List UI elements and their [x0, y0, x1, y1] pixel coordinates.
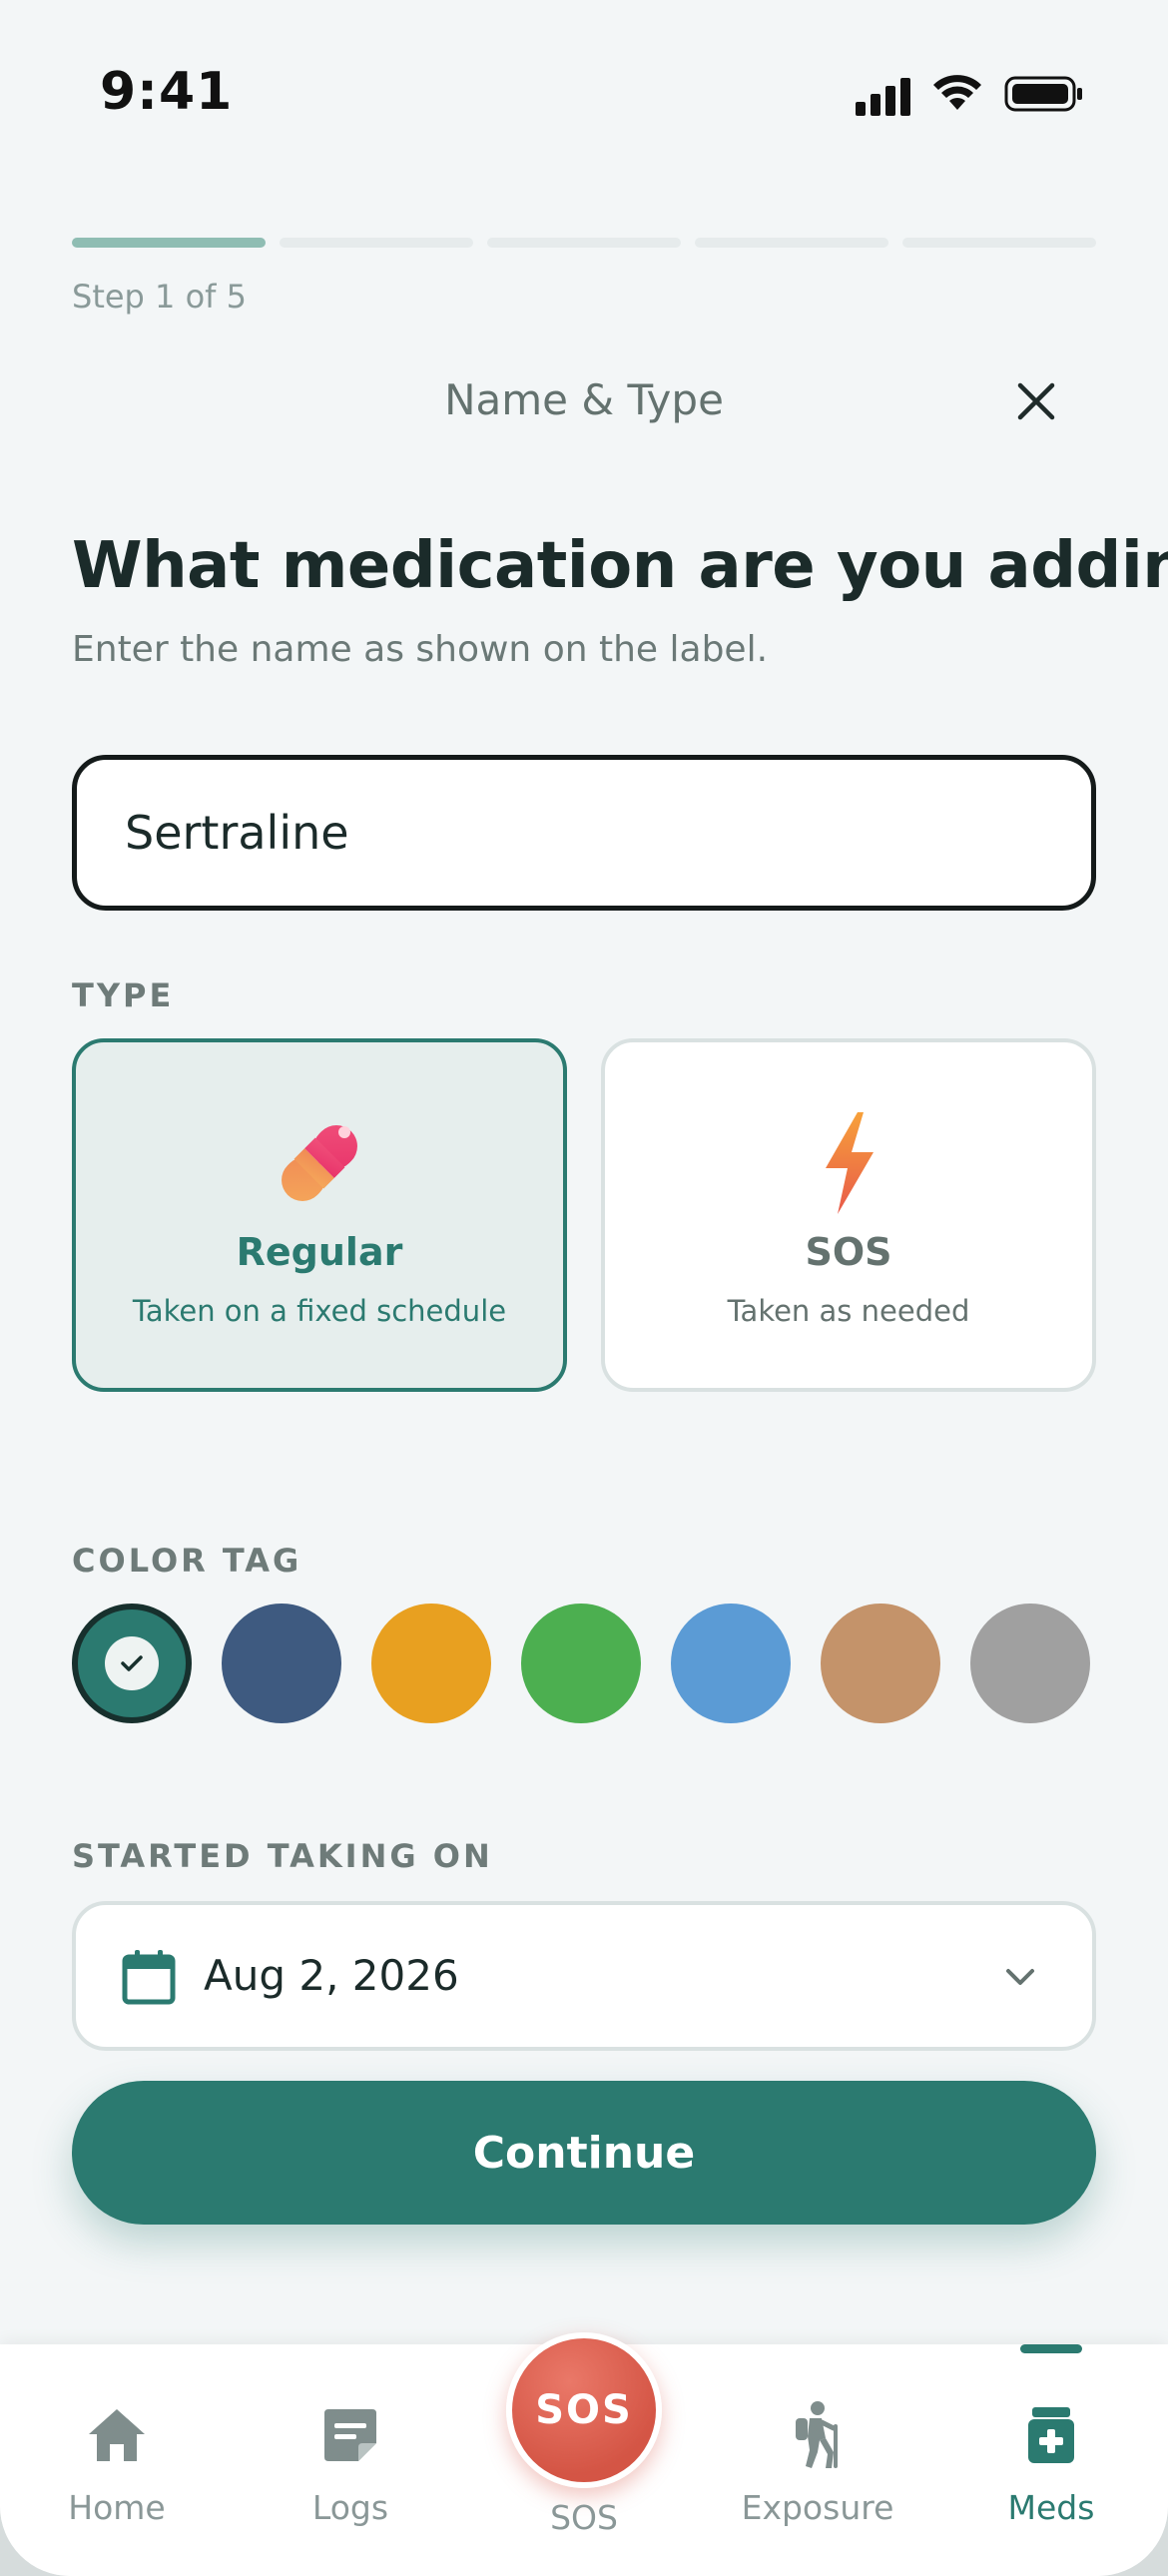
- progress-segment: [72, 238, 266, 248]
- close-button[interactable]: [1008, 373, 1064, 429]
- home-icon: [89, 2409, 145, 2461]
- sos-button[interactable]: SOS: [506, 2332, 662, 2488]
- tab-logs[interactable]: Logs: [234, 2344, 467, 2576]
- type-section-label: TYPE: [72, 976, 175, 1014]
- question-heading: What medication are you adding?: [72, 529, 1168, 603]
- tab-home[interactable]: Home: [0, 2344, 234, 2576]
- step-progress-bar: [72, 238, 1096, 250]
- type-option-subtitle: Taken on a fixed schedule: [132, 1294, 507, 1328]
- chevron-down-icon: [1006, 1969, 1034, 1985]
- hiker-icon: [796, 2401, 838, 2468]
- wifi-icon: [933, 75, 981, 110]
- medication-name-input[interactable]: [72, 755, 1096, 911]
- tab-label: Logs: [311, 2488, 389, 2527]
- tab-label-sos: SOS: [550, 2498, 618, 2537]
- question-hint: Enter the name as shown on the label.: [72, 629, 769, 670]
- tab-label: Meds: [1007, 2488, 1095, 2527]
- color-swatch-amber[interactable]: [371, 1604, 491, 1723]
- type-option-title: Regular: [236, 1230, 403, 1274]
- active-tab-indicator: [1020, 2344, 1082, 2353]
- pill-icon: [282, 1125, 357, 1201]
- start-date-picker[interactable]: Aug 2, 2026: [72, 1901, 1096, 2051]
- start-date-label: STARTED TAKING ON: [72, 1837, 493, 1875]
- color-swatch-tan[interactable]: [821, 1604, 940, 1723]
- color-swatch-navy[interactable]: [222, 1604, 341, 1723]
- close-icon: [1017, 382, 1055, 420]
- status-time: 9:41: [100, 62, 234, 122]
- progress-segment: [280, 238, 473, 248]
- type-option-title: SOS: [805, 1230, 892, 1274]
- progress-segment: [487, 238, 681, 248]
- progress-segment: [695, 238, 888, 248]
- color-swatch-green[interactable]: [521, 1604, 641, 1723]
- progress-segment: [902, 238, 1096, 248]
- tab-label: Exposure: [741, 2488, 894, 2527]
- start-date-value: Aug 2, 2026: [204, 1951, 459, 2000]
- color-swatch-gray[interactable]: [970, 1604, 1090, 1723]
- cellular-signal-icon: [856, 78, 910, 116]
- add-medication-screen: 9:41 Step 1 of 5 Name & Type What medica…: [0, 0, 1168, 2576]
- checkmark-icon: [121, 1655, 143, 1671]
- continue-button[interactable]: Continue: [72, 2081, 1096, 2225]
- type-option-regular[interactable]: Regular Taken on a fixed schedule: [72, 1038, 567, 1392]
- color-swatch-teal[interactable]: [72, 1604, 192, 1723]
- medicine-icon: [1028, 2407, 1074, 2463]
- color-tag-label: COLOR TAG: [72, 1542, 302, 1580]
- tab-meds[interactable]: Meds: [934, 2344, 1168, 2576]
- battery-icon: [1004, 76, 1082, 112]
- type-option-sos[interactable]: SOS Taken as needed: [601, 1038, 1096, 1392]
- color-swatch-blue[interactable]: [671, 1604, 791, 1723]
- status-bar: 9:41: [0, 0, 1168, 190]
- color-swatch-row: [72, 1604, 1096, 1727]
- calendar-icon: [122, 1950, 176, 2005]
- tab-label: Home: [68, 2488, 166, 2527]
- tab-exposure[interactable]: Exposure: [701, 2344, 934, 2576]
- step-label: Step 1 of 5: [72, 278, 247, 316]
- type-option-subtitle: Taken as needed: [727, 1294, 970, 1328]
- page-title: Name & Type: [444, 375, 724, 424]
- lightning-icon: [826, 1112, 874, 1214]
- notes-icon: [324, 2409, 376, 2461]
